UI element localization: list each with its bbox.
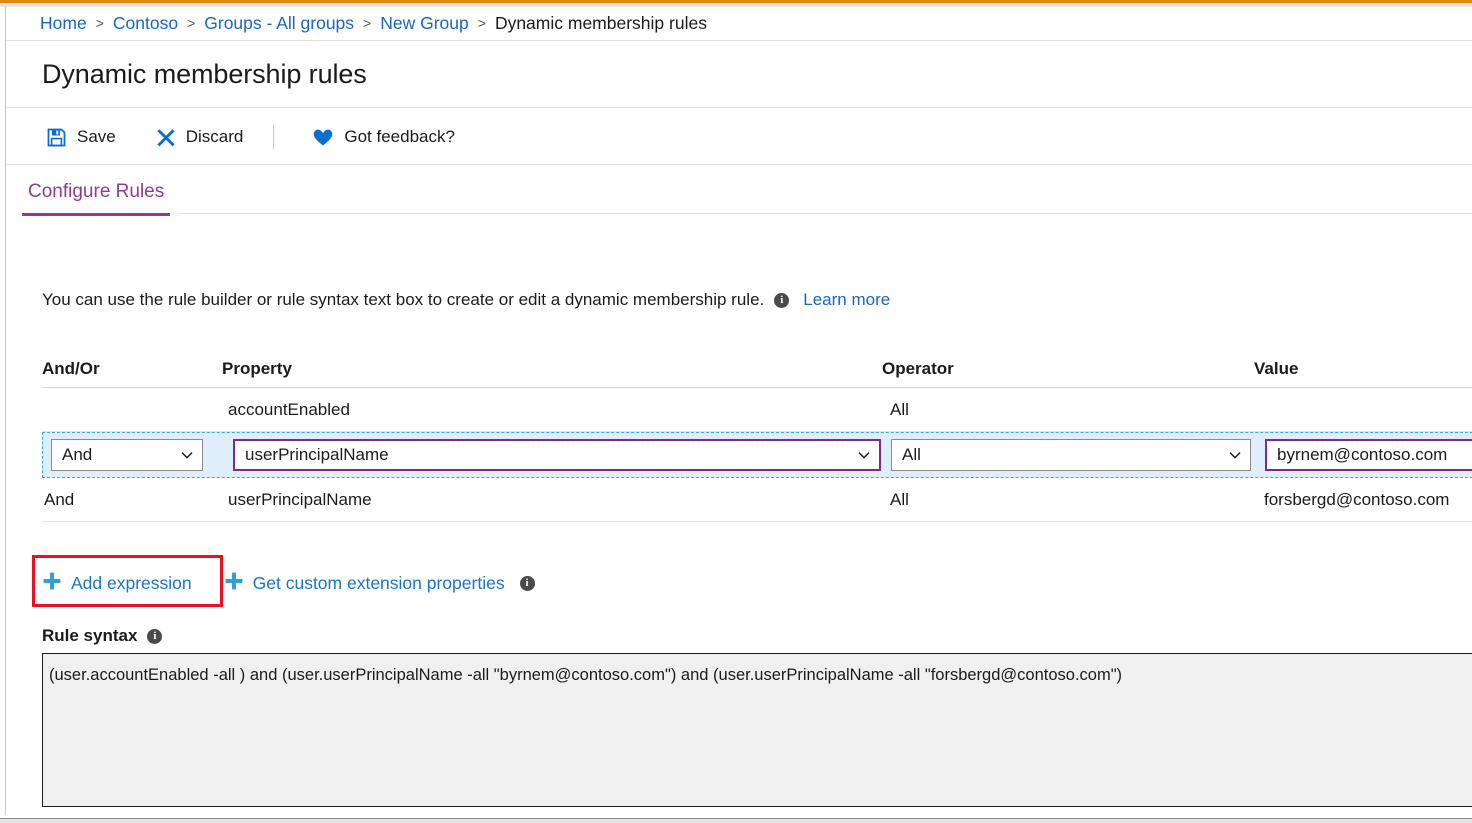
- row-value-value: forsbergd@contoso.com: [1262, 490, 1472, 510]
- intro-text: You can use the rule builder or rule syn…: [42, 290, 764, 310]
- plus-icon: [42, 571, 62, 596]
- info-icon[interactable]: i: [774, 293, 789, 308]
- column-header-andor: And/Or: [42, 359, 222, 379]
- toolbar-divider: [273, 125, 274, 149]
- tab-strip-underline: [178, 213, 1472, 214]
- row-property-cell: userPrincipalName: [223, 439, 883, 471]
- chevron-down-icon: [180, 448, 194, 462]
- table-row[interactable]: accountEnabled All: [42, 388, 1472, 432]
- intro-description: You can use the rule builder or rule syn…: [42, 290, 890, 310]
- add-expression-button[interactable]: Add expression: [42, 571, 192, 596]
- tab-strip: Configure Rules: [6, 166, 1472, 216]
- save-label: Save: [77, 127, 116, 147]
- plus-icon: [224, 571, 244, 596]
- row-property-value: userPrincipalName: [224, 490, 888, 510]
- blade-content: You can use the rule builder or rule syn…: [6, 216, 1472, 816]
- andor-dropdown[interactable]: And: [51, 439, 203, 471]
- heart-icon: [312, 127, 334, 147]
- breadcrumb-separator: >: [363, 15, 371, 31]
- blade-title-bar: Dynamic membership rules: [6, 40, 1472, 108]
- column-header-value: Value: [1254, 359, 1472, 379]
- breadcrumb-item-contoso[interactable]: Contoso: [113, 13, 178, 34]
- table-row-active[interactable]: And userPrincipalName: [42, 432, 1472, 478]
- breadcrumb-item-current: Dynamic membership rules: [495, 13, 707, 34]
- page-title: Dynamic membership rules: [42, 59, 367, 90]
- value-input-text: byrnem@contoso.com: [1277, 445, 1447, 465]
- azure-portal-blade: Home > Contoso > Groups - All groups > N…: [0, 0, 1472, 823]
- save-floppy-icon: [46, 127, 67, 148]
- rule-builder-actions: Add expression Get custom extension prop…: [42, 561, 541, 605]
- rule-builder-table: And/Or Property Operator Value accountEn…: [42, 348, 1472, 522]
- info-icon[interactable]: i: [147, 629, 162, 644]
- property-dropdown[interactable]: userPrincipalName: [233, 439, 881, 471]
- learn-more-link[interactable]: Learn more: [803, 290, 890, 310]
- info-icon[interactable]: i: [520, 576, 535, 591]
- discard-label: Discard: [186, 127, 244, 147]
- rule-syntax-textarea[interactable]: (user.accountEnabled -all ) and (user.us…: [42, 653, 1472, 807]
- chevron-down-icon: [857, 448, 871, 462]
- breadcrumb-item-new-group[interactable]: New Group: [380, 13, 469, 34]
- blade-bottom-edge: [0, 819, 1472, 823]
- breadcrumb-separator: >: [96, 15, 104, 31]
- operator-dropdown-value: All: [902, 445, 921, 465]
- row-andor-value: And: [42, 490, 224, 510]
- rule-syntax-label: Rule syntax i: [42, 626, 168, 646]
- column-header-operator: Operator: [882, 359, 1254, 379]
- property-dropdown-value: userPrincipalName: [245, 445, 389, 465]
- breadcrumb-item-home[interactable]: Home: [40, 13, 87, 34]
- row-property-value: accountEnabled: [224, 400, 888, 420]
- breadcrumb: Home > Contoso > Groups - All groups > N…: [6, 7, 1472, 39]
- breadcrumb-separator: >: [478, 15, 486, 31]
- rule-builder-header-row: And/Or Property Operator Value: [42, 348, 1472, 388]
- breadcrumb-separator: >: [187, 15, 195, 31]
- operator-dropdown[interactable]: All: [891, 439, 1251, 471]
- value-input[interactable]: byrnem@contoso.com: [1265, 439, 1472, 471]
- chevron-down-icon: [1228, 448, 1242, 462]
- command-toolbar: Save Discard Got feedback?: [6, 110, 1472, 165]
- table-row[interactable]: And userPrincipalName All forsbergd@cont…: [42, 478, 1472, 522]
- discard-button[interactable]: Discard: [154, 123, 246, 151]
- got-feedback-label: Got feedback?: [344, 127, 455, 147]
- get-custom-extension-properties-button[interactable]: Get custom extension properties i: [224, 571, 541, 596]
- add-expression-label: Add expression: [71, 573, 192, 594]
- row-operator-value: All: [888, 400, 1262, 420]
- row-value-cell: byrnem@contoso.com: [1255, 439, 1472, 471]
- row-andor-cell: And: [43, 439, 223, 471]
- got-feedback-button[interactable]: Got feedback?: [310, 123, 457, 151]
- get-custom-extension-properties-label: Get custom extension properties: [253, 573, 505, 594]
- breadcrumb-item-groups-all-groups[interactable]: Groups - All groups: [204, 13, 354, 34]
- close-x-icon: [156, 127, 176, 147]
- column-header-property: Property: [222, 359, 882, 379]
- row-operator-value: All: [888, 490, 1262, 510]
- row-operator-cell: All: [883, 439, 1255, 471]
- tab-configure-rules[interactable]: Configure Rules: [22, 175, 170, 216]
- save-button[interactable]: Save: [44, 123, 118, 152]
- andor-dropdown-value: And: [62, 445, 92, 465]
- rule-syntax-label-text: Rule syntax: [42, 626, 137, 646]
